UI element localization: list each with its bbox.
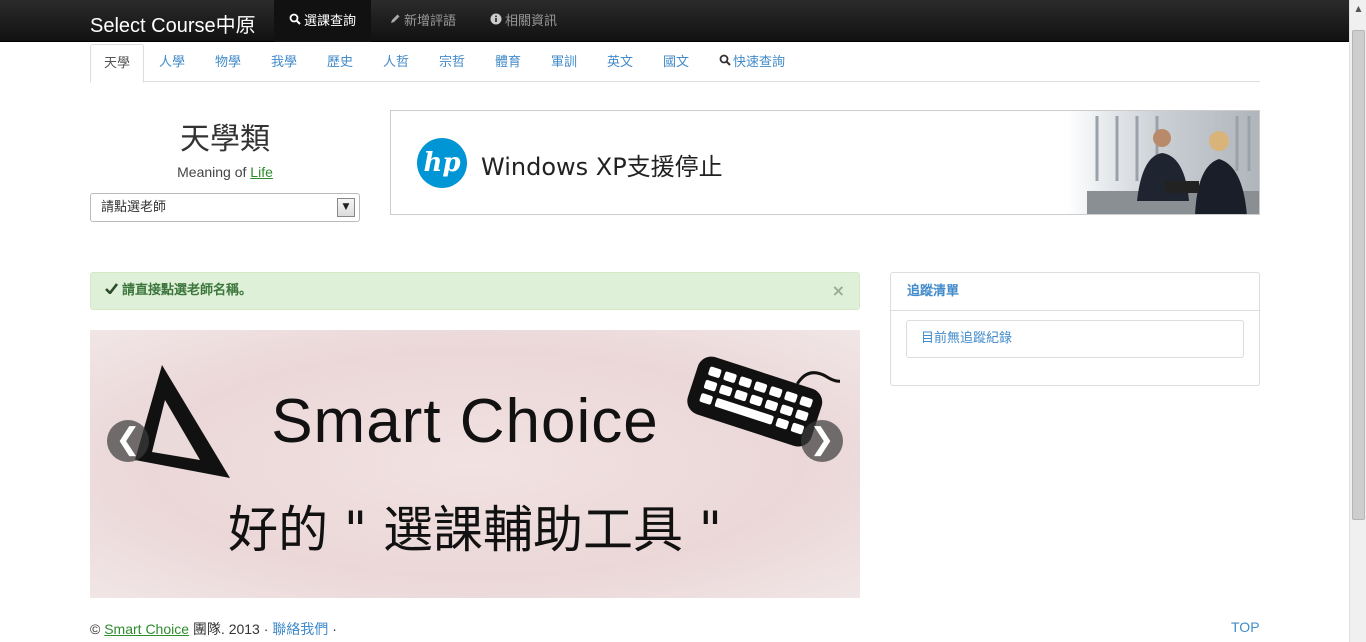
alert-text: 請直接點選老師名稱。 (122, 283, 253, 298)
tab-woxue[interactable]: 我學 (258, 44, 310, 82)
tab-wuxue[interactable]: 物學 (202, 44, 254, 82)
chevron-down-icon[interactable]: ▼ (337, 198, 355, 217)
search-icon (719, 44, 731, 82)
slide-title: Smart Choice (271, 387, 659, 456)
tab-pe[interactable]: 體育 (482, 44, 534, 82)
ad-text: Windows XP支援停止 (481, 153, 723, 181)
tab-history[interactable]: 歷史 (314, 44, 366, 82)
check-icon (105, 273, 119, 309)
ad-banner[interactable]: hp Windows XP支援停止 (390, 110, 1260, 215)
info-icon (490, 0, 502, 42)
tab-zongzhe[interactable]: 宗哲 (426, 44, 478, 82)
tab-quick-search[interactable]: 快速查詢 (706, 44, 798, 82)
footer: © Smart Choice 團隊. 2013 · 聯絡我們 · (90, 619, 337, 639)
contact-link[interactable]: 聯絡我們 (272, 621, 328, 637)
nav-course-search[interactable]: 選課查詢 (274, 0, 372, 42)
category-subtitle: Meaning of Life (90, 164, 360, 180)
banner-carousel: Smart Choice 好的 " 選課輔助工具 " ❮ ❯ (90, 330, 860, 598)
tracking-panel: 追蹤清單 目前無追蹤紀錄 (890, 272, 1260, 386)
category-tabs: 天學 人學 物學 我學 歷史 人哲 宗哲 體育 軍訓 英文 國文 快速查詢 (90, 44, 1260, 83)
brand-logo[interactable]: Select Course中原 (90, 9, 256, 38)
tab-renzhe[interactable]: 人哲 (370, 44, 422, 82)
subtitle-prefix: Meaning of (177, 164, 251, 180)
tab-renxue[interactable]: 人學 (146, 44, 198, 82)
life-link[interactable]: Life (250, 164, 273, 180)
tab-tianxue[interactable]: 天學 (90, 44, 145, 83)
footer-team-year: 團隊. 2013 · (192, 621, 269, 637)
scroll-thumb[interactable] (1352, 30, 1365, 520)
nav-course-search-label: 選課查詢 (304, 14, 357, 29)
pencil-icon (389, 0, 401, 42)
teacher-select[interactable]: 請點選老師 ▼ (90, 193, 360, 222)
carousel-next-button[interactable]: ❯ (801, 420, 843, 462)
tracking-empty-item[interactable]: 目前無追蹤紀錄 (906, 320, 1244, 358)
teacher-select-value: 請點選老師 (101, 200, 167, 215)
smart-choice-link[interactable]: Smart Choice (104, 621, 189, 637)
nav-add-comment[interactable]: 新增評語 (374, 0, 471, 42)
tab-quick-search-label: 快速查詢 (733, 55, 786, 70)
tab-military[interactable]: 軍訓 (538, 44, 590, 82)
hp-logo: hp (417, 138, 467, 188)
nav-related-info-label: 相關資訊 (505, 14, 558, 29)
ad-photo (1067, 111, 1259, 214)
slide-subtitle: 好的 " 選課輔助工具 " (228, 501, 722, 559)
tracking-title: 追蹤清單 (891, 273, 1259, 311)
copyright-symbol: © (90, 621, 101, 637)
footer-separator: · (332, 621, 337, 637)
category-title: 天學類 (180, 122, 270, 157)
tab-chinese[interactable]: 國文 (650, 44, 702, 82)
back-to-top-link[interactable]: TOP (1231, 619, 1260, 635)
tab-english[interactable]: 英文 (594, 44, 646, 82)
close-icon[interactable]: × (832, 273, 845, 309)
nav-add-comment-label: 新增評語 (404, 14, 457, 29)
nav-related-info[interactable]: 相關資訊 (475, 0, 572, 42)
scroll-up-arrow-icon[interactable]: ▲ (1350, 0, 1366, 17)
info-alert: 請直接點選老師名稱。 × (90, 272, 860, 310)
page-scrollbar[interactable]: ▲ (1349, 0, 1366, 642)
carousel-prev-button[interactable]: ❮ (107, 420, 149, 462)
top-navbar: Select Course中原 選課查詢 新增評語 相關資訊 (0, 0, 1366, 42)
search-icon (289, 0, 301, 42)
